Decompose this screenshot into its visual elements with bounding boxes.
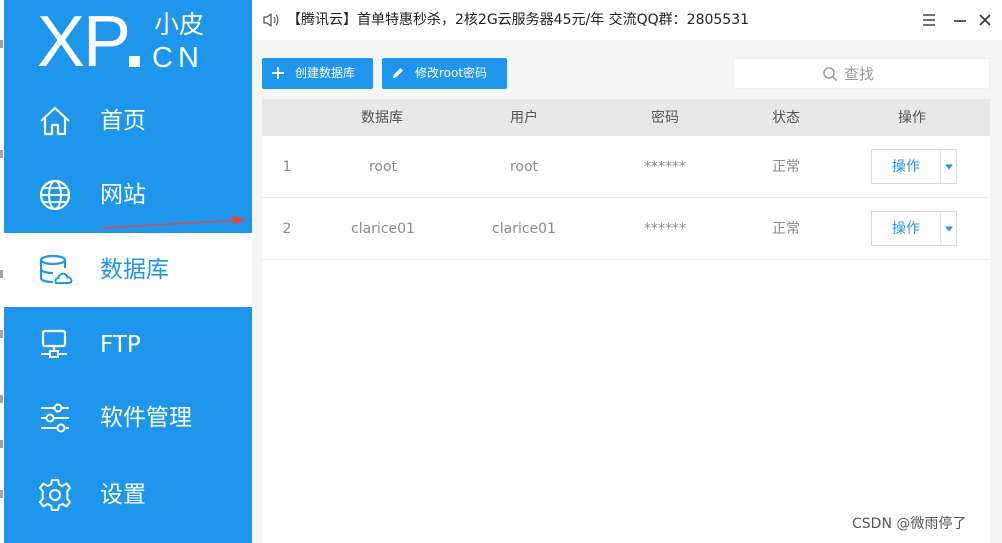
sidebar-item-settings[interactable]: 设置	[4, 458, 252, 532]
announcement-text[interactable]: 【腾讯云】首单特惠秒杀，2核2G云服务器45元/年 交流QQ群：2805531	[287, 10, 749, 30]
column-header-database: 数据库	[361, 110, 403, 126]
caret-down-icon[interactable]	[944, 163, 954, 171]
logo-xp-text: XP	[37, 2, 131, 82]
row-database-name: clarice01	[351, 221, 415, 237]
sidebar-item-database[interactable]: 数据库	[4, 233, 252, 307]
sidebar: XP 小皮 CN 首页 网站 数据库 FTP 软件管理 设置	[4, 0, 252, 543]
create-database-label: 创建数据库	[295, 66, 356, 80]
database-icon	[39, 254, 73, 284]
row-password: ******	[644, 159, 686, 175]
logo-cn-top-text: 小皮	[154, 10, 205, 39]
sidebar-item-label: FTP	[100, 332, 141, 358]
modify-root-password-button[interactable]: 修改root密码	[382, 58, 507, 89]
search-icon	[823, 67, 838, 82]
sidebar-item-label: 设置	[100, 482, 146, 508]
app-logo: XP 小皮 CN	[4, 0, 252, 84]
home-icon	[40, 106, 70, 136]
logo-dot	[129, 56, 140, 67]
search-input[interactable]	[844, 63, 964, 85]
column-header-action: 操作	[898, 110, 926, 126]
sidebar-item-home[interactable]: 首页	[4, 84, 252, 158]
row-action-button[interactable]: 操作	[871, 211, 957, 246]
row-user-name: clarice01	[492, 221, 556, 237]
sliders-icon	[41, 403, 69, 433]
gear-icon	[39, 479, 71, 511]
menu-icon[interactable]	[919, 10, 939, 30]
sidebar-item-label: 首页	[100, 108, 146, 134]
column-header-password: 密码	[651, 110, 679, 126]
row-action-divider	[940, 212, 941, 245]
table-row: 1 root root ****** 正常 操作	[262, 136, 990, 198]
row-status: 正常	[772, 159, 800, 175]
row-action-button[interactable]: 操作	[871, 149, 957, 184]
close-icon[interactable]	[975, 10, 995, 30]
row-status: 正常	[772, 221, 800, 237]
annotation-arrow	[101, 215, 246, 229]
sidebar-item-software[interactable]: 软件管理	[4, 381, 252, 455]
modify-root-password-label: 修改root密码	[415, 66, 488, 80]
column-header-status: 状态	[772, 110, 800, 126]
minimize-icon[interactable]	[950, 10, 970, 30]
row-action-divider	[940, 150, 941, 183]
caret-down-icon[interactable]	[944, 225, 954, 233]
sidebar-item-label: 软件管理	[100, 405, 192, 431]
table-header: 数据库 用户 密码 状态 操作	[262, 99, 990, 136]
plus-icon	[272, 67, 284, 79]
sidebar-item-ftp[interactable]: FTP	[4, 308, 252, 382]
globe-icon	[39, 179, 71, 211]
row-index: 2	[282, 221, 292, 237]
ftp-server-icon	[41, 329, 67, 358]
column-header-user: 用户	[510, 110, 538, 126]
sidebar-item-label: 数据库	[100, 257, 169, 283]
row-index: 1	[282, 159, 292, 175]
row-action-label: 操作	[892, 159, 920, 175]
logo-cn-bottom-text: CN	[152, 42, 204, 74]
row-password: ******	[644, 221, 686, 237]
search-box[interactable]	[733, 58, 990, 89]
row-user-name: root	[509, 159, 539, 175]
row-action-label: 操作	[892, 221, 920, 237]
speaker-icon	[263, 13, 279, 27]
sidebar-item-label: 网站	[100, 182, 146, 208]
table-row: 2 clarice01 clarice01 ****** 正常 操作	[262, 198, 990, 260]
pencil-icon	[393, 68, 403, 78]
watermark: CSDN @微雨停了	[852, 516, 967, 532]
title-bar: 【腾讯云】首单特惠秒杀，2核2G云服务器45元/年 交流QQ群：2805531	[252, 0, 1002, 40]
row-database-name: root	[368, 159, 398, 175]
create-database-button[interactable]: 创建数据库	[262, 58, 373, 89]
